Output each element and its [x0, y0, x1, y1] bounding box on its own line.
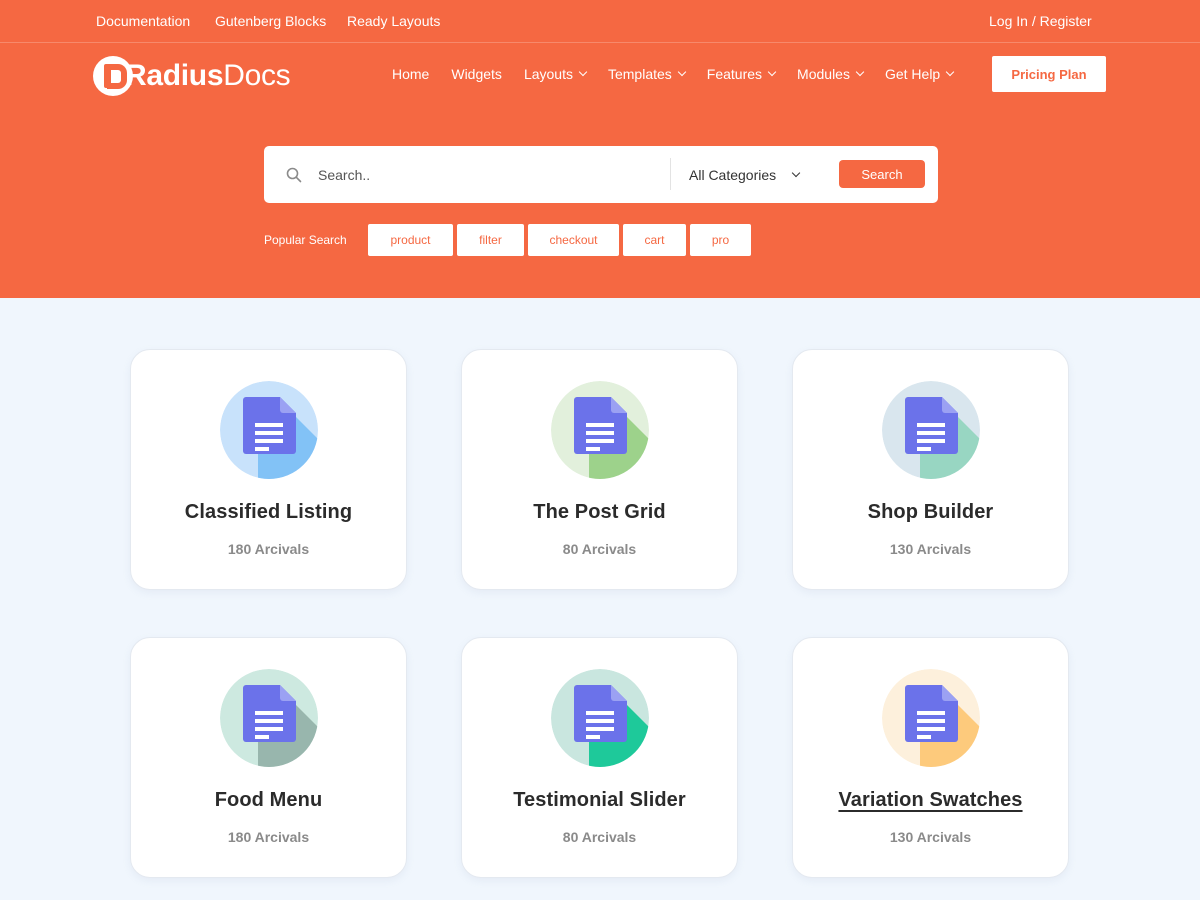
card-title: Variation Swatches — [838, 789, 1023, 811]
category-card[interactable]: Variation Swatches 130 Arcivals — [792, 637, 1069, 878]
hero-header: Documentation Gutenberg Blocks Ready Lay… — [0, 0, 1200, 298]
top-bar: Documentation Gutenberg Blocks Ready Lay… — [0, 0, 1200, 43]
document-icon — [220, 381, 318, 479]
category-card[interactable]: Food Menu 180 Arcivals — [130, 637, 407, 878]
nav-home[interactable]: Home — [392, 64, 429, 84]
chevron-down-icon — [855, 67, 865, 77]
search-input[interactable] — [318, 160, 658, 190]
document-icon — [882, 381, 980, 479]
logo-text: RadiusDocs — [125, 59, 291, 92]
site-logo[interactable]: RadiusDocs — [93, 55, 291, 97]
card-title: Testimonial Slider — [513, 789, 686, 811]
popular-search-label: Popular Search — [264, 233, 347, 247]
card-count: 130 Arcivals — [889, 541, 972, 557]
card-title: Food Menu — [214, 789, 323, 811]
card-title: Classified Listing — [184, 501, 353, 523]
card-count: 180 Arcivals — [227, 829, 310, 845]
search-button[interactable]: Search — [839, 160, 925, 188]
category-card[interactable]: Shop Builder 130 Arcivals — [792, 349, 1069, 590]
pricing-plan-button[interactable]: Pricing Plan — [992, 56, 1106, 92]
category-selected-label: All Categories — [689, 167, 777, 183]
search-bar: All Categories Search — [264, 146, 938, 203]
search-divider — [670, 158, 671, 190]
card-title: The Post Grid — [533, 501, 666, 523]
category-card[interactable]: Testimonial Slider 80 Arcivals — [461, 637, 738, 878]
card-count: 80 Arcivals — [562, 829, 637, 845]
search-icon — [286, 167, 302, 188]
category-card[interactable]: The Post Grid 80 Arcivals — [461, 349, 738, 590]
toplink-ready-layouts[interactable]: Ready Layouts — [347, 13, 440, 29]
chevron-down-icon — [767, 67, 777, 77]
nav-layouts[interactable]: Layouts — [524, 64, 588, 84]
category-card[interactable]: Classified Listing 180 Arcivals — [130, 349, 407, 590]
chevron-down-icon — [677, 67, 687, 77]
document-icon — [220, 669, 318, 767]
nav-get-help[interactable]: Get Help — [885, 64, 955, 84]
document-icon — [551, 669, 649, 767]
chevron-down-icon — [791, 168, 801, 178]
popular-tag-filter[interactable]: filter — [457, 224, 524, 256]
chevron-down-icon — [945, 67, 955, 77]
nav-templates[interactable]: Templates — [608, 64, 687, 84]
login-register-link[interactable]: Log In / Register — [989, 13, 1092, 29]
logo-mark-icon — [93, 56, 133, 96]
document-icon — [551, 381, 649, 479]
card-title: Shop Builder — [867, 501, 994, 523]
popular-tags: product filter checkout cart pro — [368, 224, 755, 256]
nav-features[interactable]: Features — [707, 64, 777, 84]
chevron-down-icon — [578, 67, 588, 77]
toplink-documentation[interactable]: Documentation — [96, 13, 190, 29]
popular-tag-product[interactable]: product — [368, 224, 453, 256]
popular-tag-cart[interactable]: cart — [623, 224, 686, 256]
card-count: 80 Arcivals — [562, 541, 637, 557]
nav-widgets[interactable]: Widgets — [451, 64, 502, 84]
category-select[interactable]: All Categories — [689, 160, 813, 190]
popular-tag-pro[interactable]: pro — [690, 224, 751, 256]
nav-modules[interactable]: Modules — [797, 64, 865, 84]
card-count: 180 Arcivals — [227, 541, 310, 557]
main-nav: Home Widgets Layouts Templates Features … — [392, 64, 975, 84]
popular-tag-checkout[interactable]: checkout — [528, 224, 619, 256]
toplink-gutenberg-blocks[interactable]: Gutenberg Blocks — [215, 13, 326, 29]
document-icon — [882, 669, 980, 767]
card-count: 130 Arcivals — [889, 829, 972, 845]
